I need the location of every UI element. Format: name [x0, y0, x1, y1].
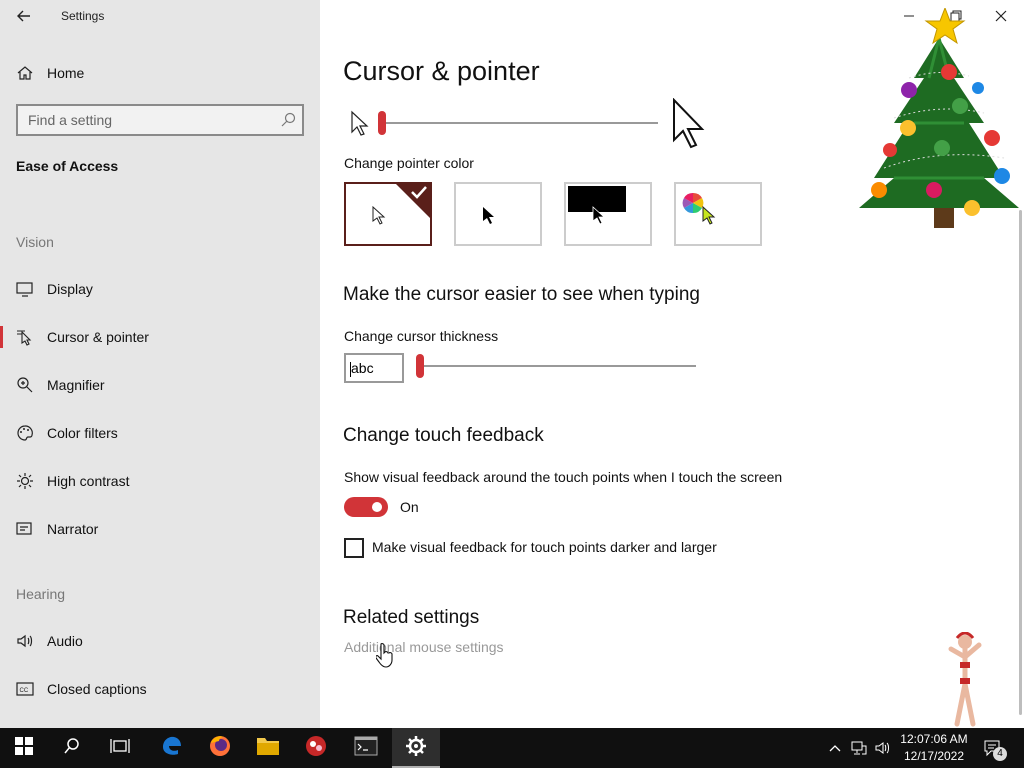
taskbar: 12:07:06 AM 12/17/2022 4: [0, 728, 1024, 768]
magnifier-icon: [16, 376, 34, 394]
small-pointer-icon: [350, 110, 370, 143]
app-taskbar-button[interactable]: [292, 728, 340, 768]
clock-time: 12:07:06 AM: [900, 732, 968, 746]
color-filters-icon: [16, 424, 34, 442]
sidebar-item-high-contrast[interactable]: High contrast: [0, 463, 320, 499]
sidebar-item-label: Magnifier: [47, 377, 105, 393]
page-title: Cursor & pointer: [343, 56, 540, 86]
pointer-color-white[interactable]: [344, 182, 432, 246]
sidebar-item-narrator[interactable]: Narrator: [0, 511, 320, 547]
search-box[interactable]: [16, 104, 304, 136]
cursor-pointer-icon: [16, 328, 34, 346]
sidebar-item-label: Audio: [47, 633, 83, 649]
settings-window: Settings Home Ease of Access Vision Disp…: [0, 0, 1024, 768]
search-icon[interactable]: [280, 112, 296, 128]
file-explorer-taskbar-button[interactable]: [244, 728, 292, 768]
high-contrast-icon: [16, 472, 34, 490]
gear-icon: [405, 735, 427, 762]
sidebar-item-label: Home: [47, 65, 85, 81]
christmas-tree-decoration: [854, 6, 1024, 248]
sidebar-item-label: Closed captions: [47, 681, 147, 697]
settings-taskbar-button[interactable]: [392, 728, 440, 768]
clock-date: 12/17/2022: [903, 749, 965, 763]
folder-icon: [256, 736, 280, 761]
sidebar-item-home[interactable]: Home: [0, 55, 320, 91]
pointer-color-inverted[interactable]: [564, 182, 652, 246]
sidebar-item-label: Display: [47, 281, 93, 297]
sidebar-item-cursor-pointer[interactable]: Cursor & pointer: [0, 319, 320, 355]
search-taskbar-button[interactable]: [48, 728, 96, 768]
touch-feedback-toggle-state: On: [400, 499, 419, 515]
closed-captions-icon: CC: [16, 680, 34, 698]
sidebar-item-display[interactable]: Display: [0, 271, 320, 307]
touch-section-header: Change touch feedback: [343, 425, 544, 446]
terminal-icon: [354, 736, 378, 761]
firefox-taskbar-button[interactable]: [196, 728, 244, 768]
pointer-color-label: Change pointer color: [344, 155, 474, 171]
dancing-figure-decoration: [944, 631, 986, 735]
pointer-size-slider[interactable]: [380, 122, 658, 124]
sidebar-item-label: High contrast: [47, 473, 130, 489]
sidebar-item-magnifier[interactable]: Magnifier: [0, 367, 320, 403]
sidebar-item-label: Color filters: [47, 425, 118, 441]
task-view-button[interactable]: [96, 728, 144, 768]
pointer-size-slider-thumb[interactable]: [378, 111, 386, 135]
scrollbar[interactable]: [1019, 210, 1022, 715]
edge-taskbar-button[interactable]: [148, 728, 196, 768]
audio-icon: [16, 632, 34, 650]
pointer-color-custom[interactable]: [674, 182, 762, 246]
edge-icon: [160, 734, 184, 763]
cursor-thickness-preview: abc: [344, 353, 404, 383]
network-icon[interactable]: [850, 739, 868, 757]
section-header-vision: Vision: [16, 234, 54, 250]
sidebar-item-audio[interactable]: Audio: [0, 623, 320, 659]
terminal-taskbar-button[interactable]: [342, 728, 390, 768]
sidebar-item-label: Narrator: [47, 521, 99, 537]
touch-feedback-description: Show visual feedback around the touch po…: [344, 469, 783, 485]
display-icon: [16, 280, 34, 298]
sidebar-item-label: Cursor & pointer: [47, 329, 149, 345]
start-button[interactable]: [0, 728, 48, 768]
cursor-thickness-label: Change cursor thickness: [344, 328, 499, 344]
category-title: Ease of Access: [16, 158, 119, 174]
clock[interactable]: 12:07:06 AM 12/17/2022: [898, 731, 970, 765]
notification-count-badge: 4: [993, 747, 1007, 761]
large-pointer-icon: [672, 97, 708, 155]
additional-mouse-settings-link[interactable]: Additional mouse settings: [344, 639, 504, 655]
cursor-thickness-slider-thumb[interactable]: [416, 354, 424, 378]
chevron-up-icon[interactable]: [826, 739, 844, 757]
svg-text:CC: CC: [20, 688, 29, 694]
windows-logo-icon: [15, 736, 33, 760]
cursor-thickness-slider[interactable]: [420, 365, 696, 367]
touch-feedback-toggle[interactable]: [344, 497, 388, 517]
touch-darker-label: Make visual feedback for touch points da…: [372, 539, 717, 555]
sidebar-item-color-filters[interactable]: Color filters: [0, 415, 320, 451]
typing-section-header: Make the cursor easier to see when typin…: [343, 284, 700, 305]
thickness-preview-text: abc: [351, 360, 374, 376]
firefox-icon: [208, 734, 232, 763]
pointer-color-black[interactable]: [454, 182, 542, 246]
back-arrow-icon[interactable]: [12, 4, 36, 28]
search-icon: [63, 737, 81, 760]
volume-icon[interactable]: [874, 739, 892, 757]
sidebar-item-closed-captions[interactable]: CC Closed captions: [0, 671, 320, 707]
touch-darker-checkbox[interactable]: [344, 538, 364, 558]
section-header-hearing: Hearing: [16, 586, 66, 602]
related-settings-header: Related settings: [343, 607, 480, 628]
home-icon: [16, 64, 34, 82]
window-title: Settings: [61, 9, 105, 23]
narrator-icon: [16, 520, 34, 538]
colorful-app-icon: [304, 734, 328, 763]
hand-cursor-icon: [375, 642, 394, 673]
task-view-icon: [110, 737, 130, 760]
search-input[interactable]: [18, 106, 278, 134]
sidebar: Settings Home Ease of Access Vision Disp…: [0, 0, 320, 728]
